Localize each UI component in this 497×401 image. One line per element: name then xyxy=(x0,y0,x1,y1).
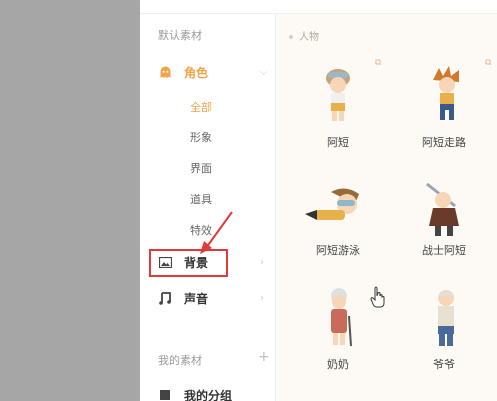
character-card[interactable]: ⧉ 阿短 xyxy=(283,50,393,160)
sidebar-item-sound-label: 声音 xyxy=(184,291,209,306)
sub-item-props[interactable]: 道具 xyxy=(190,191,212,207)
character-image xyxy=(326,69,350,121)
music-note-icon xyxy=(158,291,172,305)
material-grid: 人物 ⧉ 阿短 ⧉ 阿短走路 阿短游泳 战士阿短 奶奶 爷爷 xyxy=(277,14,497,401)
sidebar-item-my-group[interactable]: 我的分组 xyxy=(140,384,276,401)
character-name: 阿短走路 xyxy=(422,136,466,149)
dot-icon xyxy=(289,35,293,39)
sidebar-item-role-label: 角色 xyxy=(184,65,209,80)
add-group-icon[interactable]: + xyxy=(258,349,270,365)
character-name: 阿短游泳 xyxy=(316,244,360,257)
character-name: 战士阿短 xyxy=(422,244,466,257)
default-materials-heading: 默认素材 xyxy=(158,29,202,42)
character-card[interactable]: ⧉ 阿短走路 xyxy=(389,50,497,160)
top-bar xyxy=(140,0,497,14)
character-card[interactable]: 阿短游泳 xyxy=(283,164,393,274)
category-label-text: 人物 xyxy=(299,32,319,43)
character-image xyxy=(305,188,359,220)
chevron-down-icon: ⌵ xyxy=(260,66,268,78)
character-name: 奶奶 xyxy=(327,358,349,371)
folder-icon xyxy=(158,388,172,401)
chevron-right-icon: › xyxy=(260,292,264,304)
character-name: 阿短 xyxy=(327,136,349,149)
character-image xyxy=(438,290,454,346)
character-card[interactable]: 战士阿短 xyxy=(389,164,497,274)
sidebar-item-role[interactable]: 角色 ⌵ xyxy=(140,61,276,83)
sidebar-item-sound[interactable]: 声音 › xyxy=(140,287,276,309)
character-name: 爷爷 xyxy=(433,358,455,371)
hand-cursor-icon xyxy=(370,286,385,308)
copy-icon[interactable]: ⧉ xyxy=(375,58,381,68)
my-materials-heading: 我的素材 xyxy=(158,354,202,367)
character-image xyxy=(433,66,459,120)
category-label: 人物 xyxy=(289,28,319,43)
sub-item-all[interactable]: 全部 xyxy=(190,99,212,115)
sub-item-appearance[interactable]: 形象 xyxy=(190,129,212,145)
copy-icon[interactable]: ⧉ xyxy=(485,58,491,68)
chevron-right-icon: › xyxy=(260,256,264,268)
sidebar-item-my-group-label: 我的分组 xyxy=(184,388,233,401)
character-image xyxy=(426,182,459,236)
ghost-icon xyxy=(158,65,172,79)
annotation-arrow-icon xyxy=(200,211,233,254)
sub-item-interface[interactable]: 界面 xyxy=(190,160,212,176)
character-card[interactable]: 爷爷 xyxy=(389,280,497,390)
window-backdrop xyxy=(0,0,140,401)
character-image xyxy=(331,288,352,347)
